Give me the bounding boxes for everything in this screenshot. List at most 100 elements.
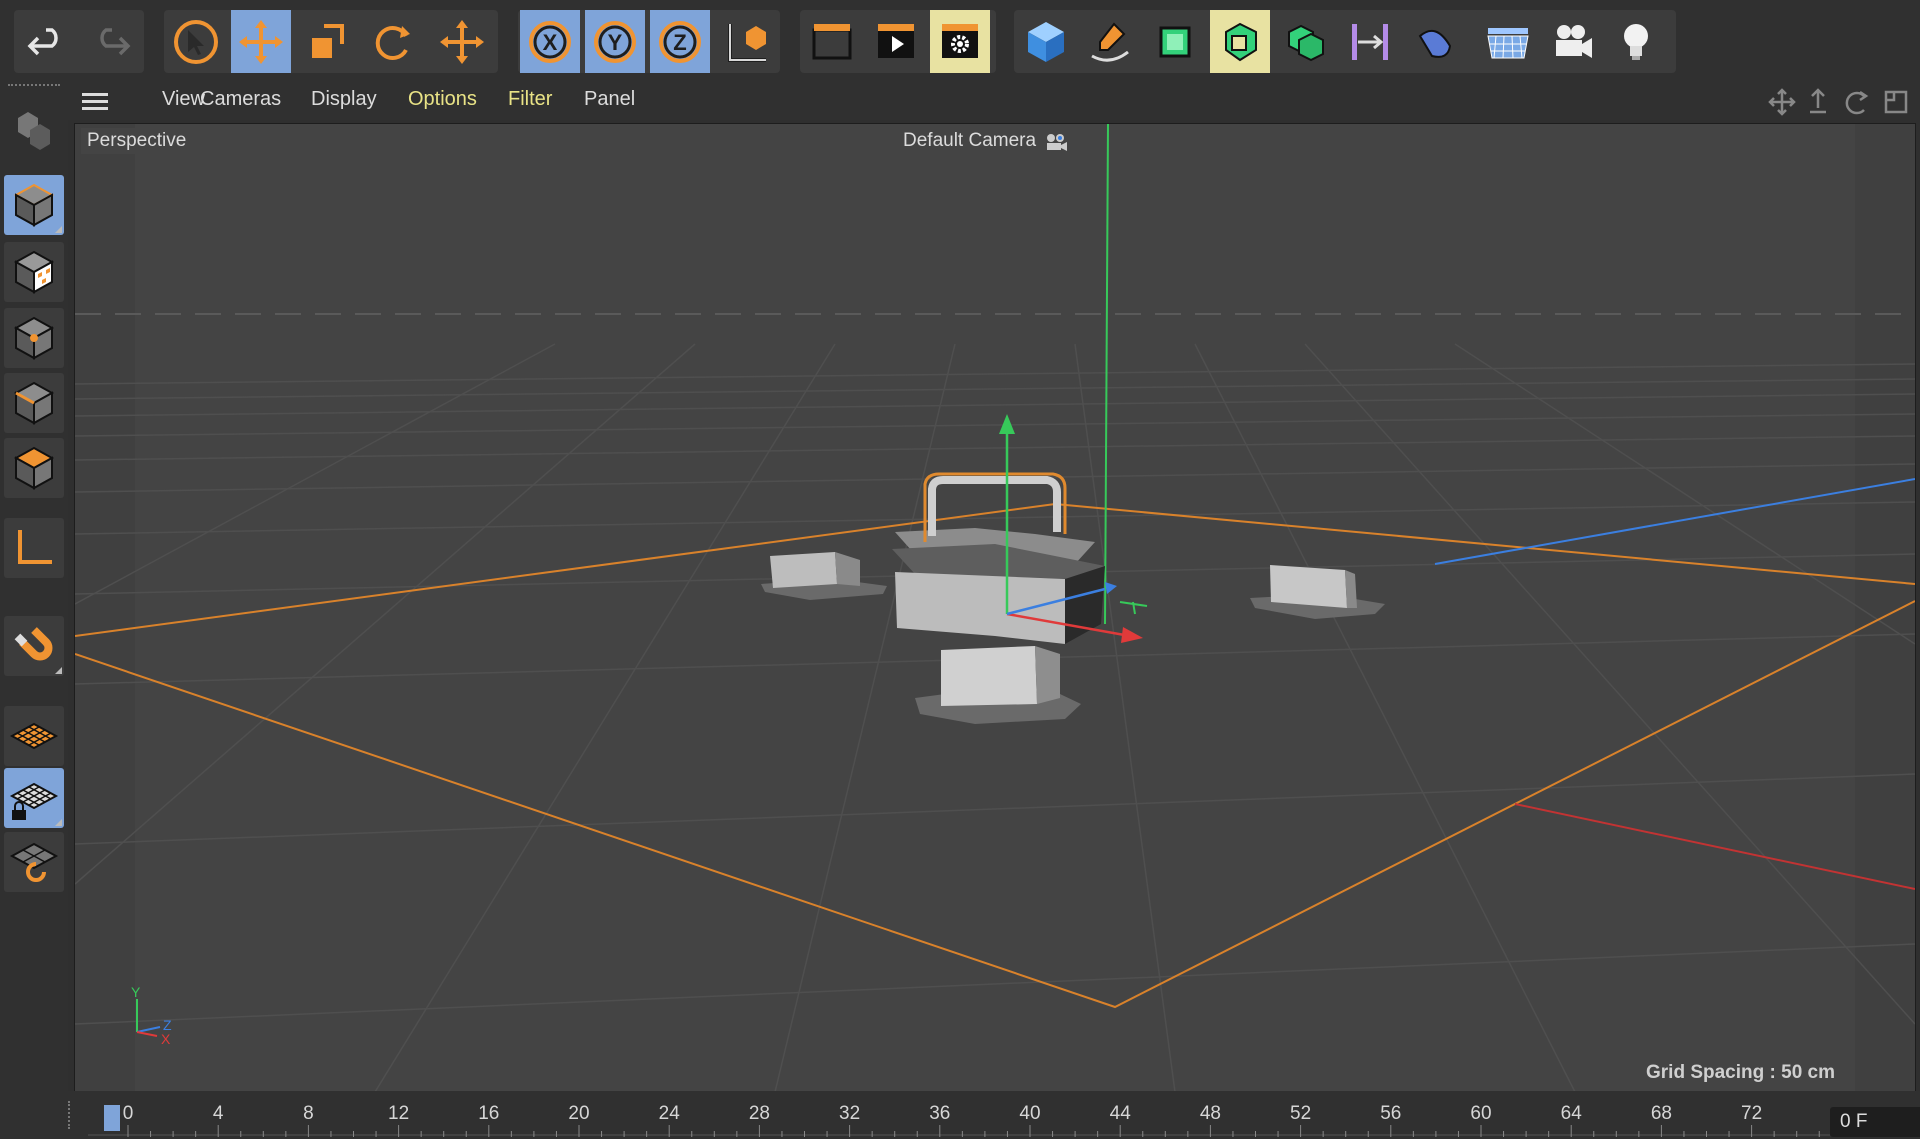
hamburger-menu-button[interactable] xyxy=(82,93,108,116)
view-name-label[interactable]: Perspective xyxy=(81,128,193,154)
y-axis-lock-button[interactable]: Y xyxy=(585,10,645,73)
undo-button[interactable] xyxy=(18,10,78,73)
texture-mode-icon xyxy=(13,250,55,294)
floor-button[interactable] xyxy=(1478,10,1538,73)
cube-icon xyxy=(1028,21,1064,62)
y-axis-icon: Y xyxy=(594,20,636,63)
workplane-rotate-icon xyxy=(9,842,59,882)
menu-options[interactable]: Options xyxy=(408,88,477,111)
snap-button[interactable] xyxy=(4,616,64,676)
subdivision-surface-button[interactable] xyxy=(1145,10,1205,73)
timeline-tick-label: 68 xyxy=(1651,1103,1672,1124)
pan-icon[interactable] xyxy=(1768,88,1796,116)
render-region-button[interactable] xyxy=(802,10,862,73)
menu-filter[interactable]: Filter xyxy=(508,88,552,111)
quick-move-button[interactable] xyxy=(432,10,492,73)
timeline-tick-label: 16 xyxy=(478,1103,499,1124)
timeline-tick-label: 64 xyxy=(1561,1103,1583,1124)
timeline-tick-label: 24 xyxy=(659,1103,681,1124)
timeline-tick-label: 36 xyxy=(929,1103,950,1124)
current-frame-field[interactable]: 0 F xyxy=(1830,1107,1920,1137)
rotate-tool-button[interactable] xyxy=(362,10,422,73)
timeline-tick-label: 44 xyxy=(1110,1103,1132,1124)
polygons-mode-button[interactable] xyxy=(4,438,64,498)
cloner-button[interactable] xyxy=(1275,10,1335,73)
undo-icon xyxy=(27,27,58,55)
coordinate-system-icon xyxy=(728,23,766,62)
move-tool-button[interactable] xyxy=(231,10,291,73)
make-editable-button[interactable] xyxy=(4,102,64,162)
model-mode-button[interactable] xyxy=(4,175,64,235)
menu-panel[interactable]: Panel xyxy=(584,88,635,111)
submenu-indicator xyxy=(55,226,62,233)
timeline-tick-label: 48 xyxy=(1200,1103,1221,1124)
light-button[interactable] xyxy=(1606,10,1666,73)
perspective-viewport[interactable]: Y Z X Perspective Default Camera Grid Sp… xyxy=(74,123,1916,1093)
cube-button[interactable] xyxy=(1016,10,1076,73)
redo-button[interactable] xyxy=(80,10,140,73)
points-mode-button[interactable] xyxy=(4,308,64,368)
floor-icon xyxy=(1487,27,1529,58)
z-axis-lock-button[interactable]: Z xyxy=(650,10,710,73)
timeline-tick-label: 12 xyxy=(388,1103,409,1124)
y-axis-label: Y xyxy=(608,30,623,55)
timeline-tick-label: 4 xyxy=(213,1103,224,1124)
main-toolbar: X Y Z xyxy=(0,0,1920,80)
timeline-tick-label: 28 xyxy=(749,1103,770,1124)
render-view-button[interactable] xyxy=(866,10,926,73)
timeline-bar[interactable]: 0 4 8 12 16 20 24 28 32 36 40 44 48 52 56 60 64 68 72 0 F xyxy=(68,1091,1920,1139)
texture-mode-button[interactable] xyxy=(4,242,64,302)
redo-icon xyxy=(100,27,131,55)
camera-label[interactable]: Default Camera xyxy=(897,128,1077,154)
cloner-icon xyxy=(1288,24,1324,61)
timeline-tick-label: 52 xyxy=(1290,1103,1311,1124)
render-region-icon xyxy=(812,23,852,59)
field-button[interactable] xyxy=(1404,10,1464,73)
locked-workplane-button[interactable] xyxy=(4,768,64,828)
render-settings-icon xyxy=(942,23,978,58)
pen-spline-button[interactable] xyxy=(1080,10,1140,73)
current-frame-value: 0 F xyxy=(1840,1111,1868,1132)
cinema4d-window: X Y Z View Cameras Display Options Filte… xyxy=(0,0,1920,1139)
workplane-rotate-button[interactable] xyxy=(4,832,64,892)
submenu-indicator xyxy=(55,819,62,826)
menu-cameras[interactable]: Cameras xyxy=(200,88,281,111)
timeline-tick-label: 72 xyxy=(1741,1103,1762,1124)
dolly-icon[interactable] xyxy=(1810,88,1826,114)
x-axis-label: X xyxy=(543,30,558,55)
timeline-tick-label: 0 xyxy=(123,1103,134,1124)
axis-label-x: X xyxy=(161,1031,171,1047)
timeline-ruler[interactable]: 0 4 8 12 16 20 24 28 32 36 40 44 48 52 56 60 64 68 72 xyxy=(68,1091,1830,1139)
axis-mode-button[interactable] xyxy=(4,518,64,578)
move-quick-icon xyxy=(440,19,484,64)
scale-tool-button[interactable] xyxy=(296,10,356,73)
camera-small-icon xyxy=(1047,134,1068,151)
scene-canvas[interactable]: Y Z X xyxy=(75,124,1915,1092)
menu-display[interactable]: Display xyxy=(311,88,377,111)
x-axis-lock-button[interactable]: X xyxy=(520,10,580,73)
move-icon xyxy=(239,19,283,64)
render-settings-button[interactable] xyxy=(930,10,990,73)
workplane-button[interactable] xyxy=(4,706,64,766)
camera-icon xyxy=(1556,24,1592,58)
menu-view[interactable]: View xyxy=(162,88,205,111)
camera-name: Default Camera xyxy=(903,130,1037,151)
orbit-icon[interactable] xyxy=(1845,90,1869,115)
timeline-tick-label: 8 xyxy=(303,1103,314,1124)
deformer-button[interactable] xyxy=(1340,10,1400,73)
timeline-tick-label: 20 xyxy=(568,1103,589,1124)
extrude-button[interactable] xyxy=(1210,10,1270,73)
camera-button[interactable] xyxy=(1542,10,1602,73)
maximize-icon[interactable] xyxy=(1884,90,1908,114)
selection-arrow-icon xyxy=(174,19,218,64)
edges-mode-button[interactable] xyxy=(4,373,64,433)
hamburger-icon xyxy=(82,93,108,110)
selection-tool-button[interactable] xyxy=(166,10,226,73)
points-mode-icon xyxy=(13,316,55,360)
coordinate-system-button[interactable] xyxy=(716,10,776,73)
pen-spline-icon xyxy=(1091,21,1129,62)
axis-label-y: Y xyxy=(131,984,141,1000)
make-editable-icon xyxy=(18,112,50,150)
toolbar-grip xyxy=(8,84,60,90)
deformer-icon xyxy=(1352,23,1388,60)
